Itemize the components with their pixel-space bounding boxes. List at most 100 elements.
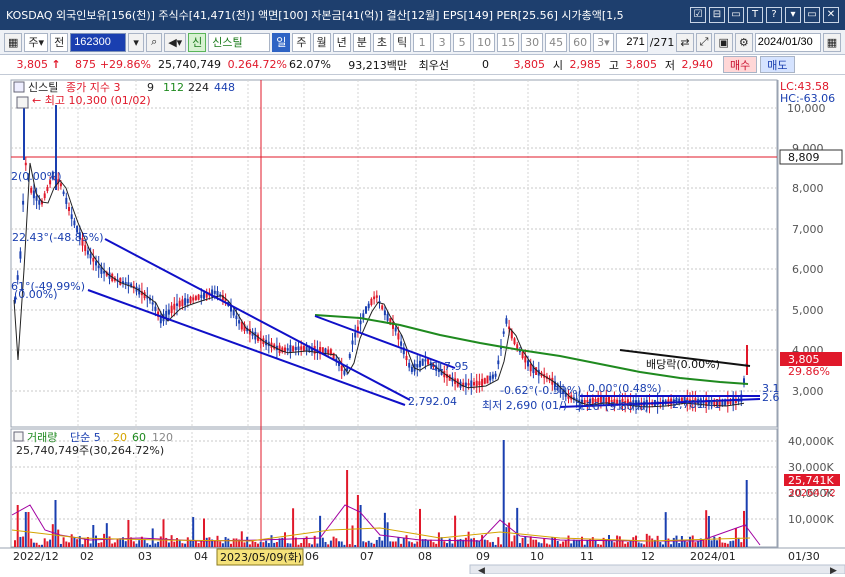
volume-bar (356, 495, 359, 547)
type-select[interactable]: 주 ▾ (24, 32, 49, 52)
candle-body (381, 305, 384, 310)
candle-body (22, 200, 25, 205)
volume-bar (616, 535, 619, 547)
legend-toggle-icon[interactable] (13, 81, 25, 93)
stock-chart[interactable]: 신스틸 종가 지수 3 9 112 224 448 ← 최고 10,300 (0… (0, 76, 845, 576)
volume-bar (105, 523, 108, 547)
save-icon[interactable]: ▣ (714, 32, 733, 52)
volume-bar (710, 540, 713, 547)
legend-ma-9: 9 (147, 81, 154, 94)
transfer-icon[interactable]: ⇄ (676, 32, 694, 52)
maximize-icon[interactable]: ▭ (804, 7, 820, 23)
volume-bar (76, 539, 79, 547)
tab-period-day[interactable]: 일 (272, 32, 291, 52)
volume-bar (213, 540, 216, 547)
minute-1[interactable]: 1 (413, 32, 432, 52)
volume-bar (672, 537, 675, 547)
candle-body (192, 297, 195, 301)
volume-bar (570, 543, 573, 547)
volume-bar (737, 537, 740, 547)
tab-period-week[interactable]: 주 (292, 32, 311, 52)
volume-bar (429, 539, 432, 547)
scroll-right-icon[interactable]: ▶ (830, 566, 837, 576)
volume-bar (178, 539, 181, 547)
link-icon[interactable]: ☑ (690, 7, 706, 23)
candle-body (213, 290, 216, 294)
count-input[interactable] (615, 32, 648, 52)
minute-60[interactable]: 60 (569, 32, 592, 52)
calendar-icon[interactable]: ▦ (822, 32, 842, 52)
minute-30[interactable]: 30 (521, 32, 544, 52)
volume-bar (473, 538, 475, 547)
interval-select[interactable]: 3 ▾ (593, 32, 614, 52)
volume-bar (680, 536, 683, 547)
time-label: 2022/12 (13, 550, 59, 563)
volume-bar (464, 537, 467, 547)
volume-bar (259, 541, 262, 547)
tab-period-tick[interactable]: 틱 (393, 32, 412, 52)
volume-bar (313, 535, 316, 547)
stock-code-input[interactable] (70, 32, 127, 52)
stock-name-field[interactable]: 신스틸 (208, 32, 271, 52)
volume-bar (732, 540, 735, 547)
price-repeat: 3,805 (513, 58, 546, 71)
volume-bar (697, 541, 700, 547)
tab-period-year[interactable]: 년 (332, 32, 351, 52)
time-label: 04 (194, 550, 208, 563)
volume-bar (510, 541, 513, 547)
time-label: 06 (305, 550, 319, 563)
scroll-left-icon[interactable]: ◀ (478, 566, 485, 576)
chart-tool-icon[interactable]: ⤢ (695, 32, 713, 52)
candle-body (365, 306, 367, 314)
minute-10[interactable]: 10 (473, 32, 496, 52)
candle-body (232, 310, 235, 316)
volume-bar (246, 536, 249, 547)
volume-bar (205, 537, 208, 547)
volume-bar (157, 541, 160, 547)
volume-bar (481, 535, 484, 547)
search-icon[interactable]: ⌕ (146, 32, 163, 52)
volume-bar (224, 537, 227, 547)
horizontal-scrollbar[interactable] (469, 564, 845, 575)
volume-bar (562, 541, 565, 547)
ratio: 62.07% (289, 58, 331, 71)
screen-icon[interactable]: ▭ (728, 7, 744, 23)
date-input[interactable] (754, 32, 821, 52)
settings-icon[interactable]: ⚙ (734, 32, 753, 52)
minute-45[interactable]: 45 (545, 32, 568, 52)
help-icon[interactable]: ? (766, 7, 782, 23)
volume-bar (62, 537, 65, 547)
prev-button[interactable]: 전 (50, 32, 69, 52)
minimize-icon[interactable]: ▾ (785, 7, 801, 23)
price-tick: 10,000 (787, 102, 826, 115)
volume-bar (505, 527, 508, 547)
minute-3[interactable]: 3 (433, 32, 452, 52)
volume-bar (489, 542, 492, 547)
volume-bar (402, 537, 405, 547)
chart-frame[interactable]: 신스틸 종가 지수 3 9 112 224 448 ← 최고 10,300 (0… (0, 76, 845, 576)
tab-period-minute[interactable]: 분 (352, 32, 371, 52)
volume-legend-toggle-icon[interactable] (13, 431, 24, 442)
volume-bar (413, 543, 416, 547)
minute-5[interactable]: 5 (453, 32, 472, 52)
volume-bar (127, 520, 130, 547)
time-label: 07 (360, 550, 374, 563)
volume-bar (621, 540, 624, 547)
layout-icon[interactable]: ⊟ (709, 7, 725, 23)
annotation-angle-1: 22.43°(-48.85%) (12, 231, 104, 244)
tab-period-month[interactable]: 월 (312, 32, 331, 52)
close-icon[interactable]: ✕ (823, 7, 839, 23)
buy-button[interactable]: 매수 (723, 56, 758, 73)
minute-15[interactable]: 15 (497, 32, 520, 52)
layout-toggle-icon[interactable]: ▦ (4, 32, 23, 52)
text-icon[interactable]: T (747, 7, 763, 23)
speaker-icon[interactable]: ◀▾ (164, 32, 187, 52)
candle-body (375, 295, 378, 298)
volume-bar (340, 541, 343, 547)
sell-button[interactable]: 매도 (760, 56, 795, 73)
code-dropdown-icon[interactable]: ▾ (128, 32, 145, 52)
grid-icon[interactable] (16, 96, 29, 109)
tab-period-second[interactable]: 초 (372, 32, 392, 52)
candle-body (173, 303, 176, 310)
volume-bar (265, 540, 268, 547)
